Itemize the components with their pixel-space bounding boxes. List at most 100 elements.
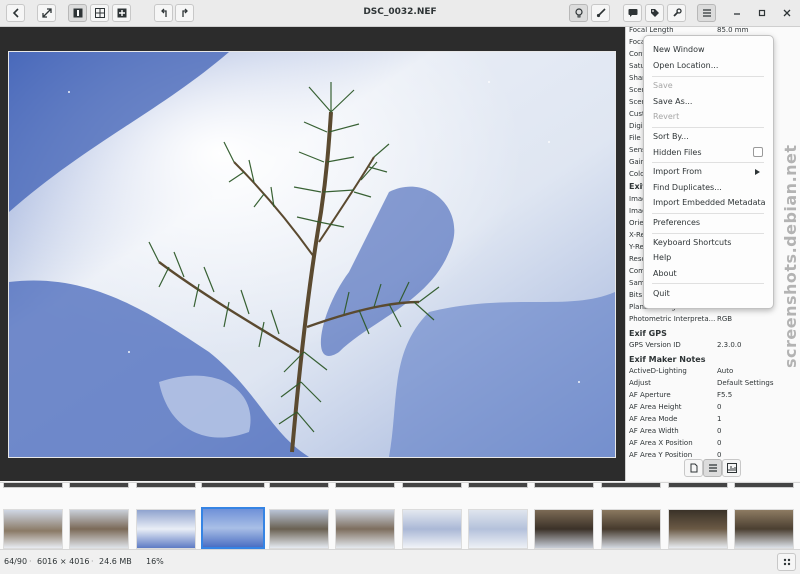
close-icon (783, 9, 790, 17)
status-bar: 64/90 · 6016 × 4016 · 24.6 MB 16% (0, 549, 800, 574)
close-button[interactable] (777, 4, 796, 22)
filmstrip-thumbnail[interactable] (601, 509, 661, 549)
back-button[interactable] (6, 4, 25, 22)
filmstrip-thumbnail[interactable] (269, 509, 329, 549)
filmstrip-thumbnail-edge[interactable] (3, 483, 63, 488)
filmstrip-thumbnail-edge[interactable] (201, 483, 265, 488)
brush-icon (596, 8, 606, 18)
filmstrip-thumbnail-edge[interactable] (601, 483, 661, 488)
compare-view-icon (117, 8, 126, 18)
filmstrip-thumbnail-edge[interactable] (69, 483, 129, 488)
menu-item-keyboard-shortcuts[interactable]: Keyboard Shortcuts (653, 238, 731, 247)
status-menu-button[interactable] (777, 553, 796, 571)
menu-item-import-from[interactable]: Import From (653, 167, 702, 176)
filmstrip-thumbnail[interactable] (69, 509, 129, 549)
menu-separator (652, 162, 764, 163)
filmstrip-thumbnail[interactable] (3, 509, 63, 549)
property-key: AF Area X Position (629, 439, 693, 447)
property-row: AF Area X Position 0 (629, 439, 799, 451)
rotate-left-icon (160, 8, 167, 17)
property-key: AF Aperture (629, 391, 671, 399)
list-icon (708, 464, 717, 472)
property-value: 2.3.0.0 (717, 341, 742, 349)
menu-item-about[interactable]: About (653, 269, 677, 278)
metadata-view-button[interactable] (684, 459, 703, 477)
menu-item-hidden-files[interactable]: Hidden Files (653, 148, 701, 157)
property-section-header: Exif Maker Notes (629, 355, 706, 364)
rotate-right-button[interactable] (175, 4, 194, 22)
property-row: ActiveD-Lighting Auto (629, 367, 799, 379)
properties-view-buttons (682, 458, 742, 477)
view-compare-button[interactable] (112, 4, 131, 22)
image-viewer[interactable] (0, 27, 625, 481)
fullscreen-button[interactable] (37, 4, 56, 22)
menu-item-help[interactable]: Help (653, 253, 671, 262)
filmstrip-thumbnail[interactable] (402, 509, 462, 549)
filmstrip-thumbnail-edge[interactable] (402, 483, 462, 488)
light-button[interactable] (569, 4, 588, 22)
filmstrip-thumbnail[interactable] (136, 509, 196, 549)
view-grid-button[interactable] (90, 4, 109, 22)
menu-item-quit[interactable]: Quit (653, 289, 670, 298)
status-separator: · (29, 557, 32, 566)
menu-item-import-embedded-metadata[interactable]: Import Embedded Metadata (653, 198, 766, 207)
menu-item-sort-by[interactable]: Sort By... (653, 132, 689, 141)
menu-item-find-duplicates[interactable]: Find Duplicates... (653, 183, 722, 192)
rotate-left-button[interactable] (154, 4, 173, 22)
grid-dots-icon (783, 558, 790, 566)
minimize-button[interactable] (727, 4, 746, 22)
view-single-button[interactable] (68, 4, 87, 22)
filmstrip-thumbnail-edge[interactable] (468, 483, 528, 488)
tag-icon (650, 9, 659, 17)
filmstrip-thumbnail[interactable] (201, 507, 265, 549)
property-key: AF Area Mode (629, 415, 678, 423)
property-value: 85.0 mm (717, 27, 749, 34)
property-row: AF Area Mode 1 (629, 415, 799, 427)
property-section-header: Exif GPS (629, 329, 667, 338)
filmstrip-thumbnail[interactable] (734, 509, 794, 549)
menu-separator (652, 233, 764, 234)
filmstrip-thumbnail-edge[interactable] (269, 483, 329, 488)
filmstrip-thumbnail-edge[interactable] (335, 483, 395, 488)
property-value: RGB (717, 315, 733, 323)
property-value: F5.5 (717, 391, 733, 399)
filmstrip-thumbnail[interactable] (534, 509, 594, 549)
histogram-view-button[interactable] (722, 459, 741, 477)
tag-button[interactable] (645, 4, 664, 22)
expand-icon (41, 8, 52, 18)
property-key: AF Area Width (629, 427, 679, 435)
main-menu-popover: New Window Open Location... Save Save As… (643, 35, 774, 309)
submenu-arrow-icon (755, 169, 760, 175)
menu-item-open-location[interactable]: Open Location... (653, 61, 718, 70)
tools-button[interactable] (667, 4, 686, 22)
hidden-files-checkbox[interactable] (753, 147, 763, 157)
menu-item-save-as[interactable]: Save As... (653, 97, 692, 106)
maximize-button[interactable] (752, 4, 771, 22)
property-row: GPS Version ID 2.3.0.0 (629, 341, 799, 353)
list-view-button[interactable] (703, 459, 722, 477)
menu-item-revert[interactable]: Revert (653, 112, 679, 121)
filmstrip-thumbnail-edge[interactable] (534, 483, 594, 488)
property-value: 0 (717, 403, 722, 411)
menu-item-new-window[interactable]: New Window (653, 45, 705, 54)
property-row: Adjust Default Settings (629, 379, 799, 391)
filmstrip-thumbnail[interactable] (468, 509, 528, 549)
main-menu-button[interactable] (697, 4, 716, 22)
property-row: AF Area Height 0 (629, 403, 799, 415)
filmstrip-thumbnail-edge[interactable] (734, 483, 794, 488)
property-key: GPS Version ID (629, 341, 681, 349)
wrench-icon (672, 8, 682, 17)
comment-button[interactable] (623, 4, 642, 22)
property-key: AF Area Height (629, 403, 682, 411)
edit-button[interactable] (591, 4, 610, 22)
window-title: DSC_0032.NEF (363, 7, 437, 17)
menu-item-preferences[interactable]: Preferences (653, 218, 700, 227)
menu-item-save[interactable]: Save (653, 81, 673, 90)
filmstrip-thumbnail-edge[interactable] (136, 483, 196, 488)
filmstrip-thumbnail[interactable] (335, 509, 395, 549)
filmstrip-thumbnail-edge[interactable] (668, 483, 728, 488)
pine-tree-snow-photo (9, 52, 615, 457)
filmstrip-thumbnail[interactable] (668, 509, 728, 549)
minimize-icon (733, 13, 740, 15)
menu-separator (652, 283, 764, 284)
